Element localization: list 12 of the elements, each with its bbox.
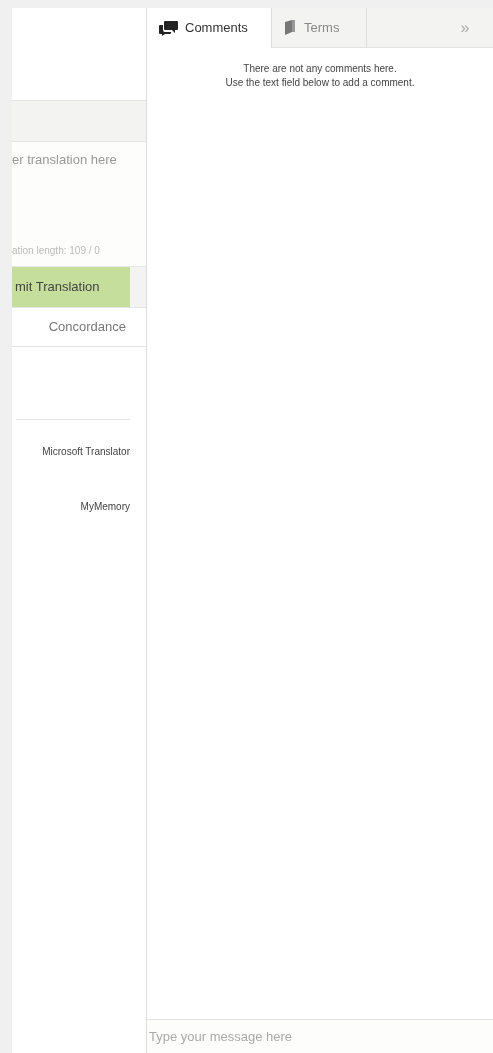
translation-length: ation length: 109 / 0 — [12, 244, 101, 258]
comments-icon — [159, 20, 179, 36]
provider-name: Microsoft Translator — [42, 445, 130, 459]
message-field[interactable]: Type your message here — [147, 1019, 493, 1053]
empty-message: There are not any comments here. — [243, 62, 397, 76]
provider-name: MyMemory — [80, 500, 130, 514]
panel-tab[interactable]: Terms — [271, 8, 367, 47]
book-icon — [284, 20, 296, 35]
translation-field[interactable]: er translation here ation length: 109 / 0 — [12, 142, 146, 267]
submit-translation-button[interactable]: mit Translation — [12, 267, 130, 307]
panel-tab[interactable]: Comments — [147, 8, 271, 48]
empty-message: Use the text field below to add a comment. — [225, 76, 415, 90]
